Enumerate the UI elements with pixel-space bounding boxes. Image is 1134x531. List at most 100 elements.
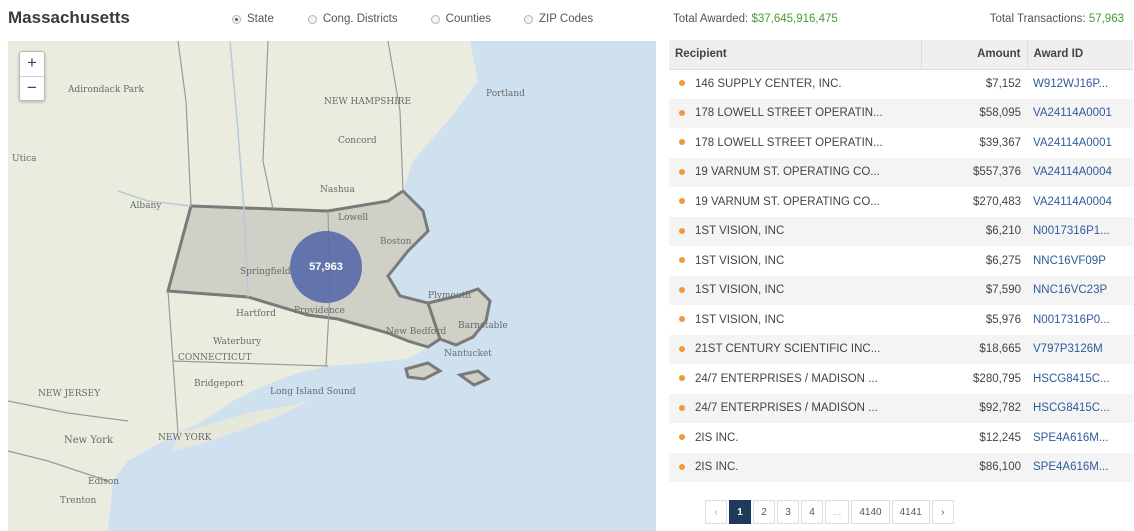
recipient-name: 1ST VISION, INC (695, 225, 785, 238)
map-label: Springfield (240, 267, 291, 277)
amount-cell: $7,152 (985, 78, 1021, 90)
total-transactions-value: 57,963 (1088, 13, 1124, 25)
radio-cong-districts-indicator[interactable] (307, 14, 317, 24)
map-label: Hartford (236, 309, 276, 319)
radio-state-indicator[interactable] (232, 14, 241, 24)
radio-zip-codes[interactable]: ZIP Codes (524, 13, 593, 25)
amount-cell: $12,245 (979, 431, 1021, 444)
recipient-cell: 178 LOWELL STREET OPERATIN... (669, 98, 921, 128)
recipient-name: 19 VARNUM ST. OPERATING CO... (695, 166, 880, 179)
bullet-icon (679, 109, 685, 116)
amount-cell: $39,367 (979, 136, 1021, 149)
amount-cell: $92,782 (921, 393, 1027, 423)
recipient-cell: 178 LOWELL STREET OPERATIN... (669, 128, 921, 158)
award-id-link[interactable]: NNC16VC23P (1027, 275, 1133, 305)
bullet-icon (679, 286, 685, 293)
map-label: Trenton (60, 496, 97, 506)
amount-cell: $280,795 (973, 372, 1021, 385)
award-id-link[interactable]: NNC16VF09P (1027, 246, 1133, 276)
page-4140-button[interactable]: 4140 (851, 500, 890, 524)
map-label: Providence (294, 306, 345, 316)
map-label: NEW YORK (158, 433, 212, 443)
bullet-icon (679, 375, 685, 382)
amount-cell: $557,376 (921, 157, 1027, 187)
map-label: Utica (12, 154, 37, 164)
amount-cell: $86,100 (921, 452, 1027, 482)
recipient-cell: 21ST CENTURY SCIENTIFIC INC... (669, 334, 921, 364)
map-label: New Bedford (386, 327, 447, 337)
prev-page-button[interactable]: ‹ (705, 500, 727, 524)
page-title: Massachusetts (8, 8, 130, 27)
bullet-icon (679, 463, 685, 470)
table-row: 146 SUPPLY CENTER, INC. $7,152 W912WJ16P… (669, 69, 1133, 99)
bullet-icon (679, 139, 685, 146)
transaction-count-bubble[interactable]: 57,963 (290, 231, 362, 303)
page-4-button[interactable]: 4 (801, 500, 823, 524)
radio-cong-districts[interactable]: Cong. Districts (307, 13, 398, 25)
table-row: 19 VARNUM ST. OPERATING CO... $557,376 V… (669, 157, 1133, 187)
map-label: Waterbury (213, 337, 262, 347)
radio-state-label: State (247, 13, 274, 25)
radio-counties-indicator[interactable] (430, 14, 440, 24)
award-id-link[interactable]: VA24114A0001 (1027, 128, 1133, 158)
bullet-icon (679, 227, 685, 234)
table-row: 2IS INC. $12,245 SPE4A616M... (669, 423, 1133, 453)
award-id-link[interactable]: VA24114A0004 (1027, 157, 1133, 187)
map-label: Nashua (320, 185, 355, 195)
column-header-award-id[interactable]: Award ID (1026, 40, 1133, 70)
table-row: 21ST CENTURY SCIENTIFIC INC... $18,665 V… (669, 334, 1133, 364)
award-id-link[interactable]: W912WJ16P... (1027, 69, 1133, 99)
table-row: 24/7 ENTERPRISES / MADISON ... $280,795 … (669, 364, 1133, 394)
marthas-vineyard-shape (404, 361, 443, 381)
award-id-link[interactable]: SPE4A616M... (1027, 452, 1133, 482)
recipient-name: 24/7 ENTERPRISES / MADISON ... (695, 372, 878, 385)
map-label: Adirondack Park (68, 85, 144, 95)
radio-counties[interactable]: Counties (430, 13, 491, 25)
recipient-name: 1ST VISION, INC (695, 254, 785, 267)
page-2-button[interactable]: 2 (753, 500, 775, 524)
map-label: NEW JERSEY (38, 389, 101, 399)
table-row: 19 VARNUM ST. OPERATING CO... $270,483 V… (669, 187, 1133, 217)
map-label: New York (64, 435, 113, 446)
award-id-link[interactable]: V797P3126M (1027, 334, 1133, 364)
map-label: Lowell (338, 213, 369, 223)
bullet-icon (679, 257, 685, 264)
zoom-out-button[interactable]: − (20, 76, 44, 100)
awards-table-panel: Recipient Amount Award ID 146 SUPPLY CEN… (669, 40, 1133, 482)
amount-cell: $58,095 (921, 98, 1027, 128)
award-id-link[interactable]: SPE4A616M... (1027, 423, 1133, 453)
award-id-link[interactable]: HSCG8415C... (1027, 393, 1133, 423)
zoom-in-button[interactable]: + (20, 52, 44, 76)
table-row: 1ST VISION, INC $7,590 NNC16VC23P (669, 275, 1133, 305)
geography-level-selector: State Cong. Districts Counties ZIP Codes (232, 13, 593, 25)
recipient-name: 1ST VISION, INC (695, 284, 785, 297)
map-panel[interactable]: + − Adirondack Park Utica Albany NEW HAM… (8, 41, 656, 531)
radio-cong-districts-label: Cong. Districts (322, 13, 398, 25)
award-id-link[interactable]: VA24114A0004 (1027, 187, 1133, 217)
column-header-recipient[interactable]: Recipient (669, 40, 921, 70)
page-3-button[interactable]: 3 (777, 500, 799, 524)
radio-state[interactable]: State (232, 13, 274, 25)
next-page-button[interactable]: › (931, 500, 954, 524)
recipient-cell: 24/7 ENTERPRISES / MADISON ... (669, 393, 921, 423)
table-row: 2IS INC. $86,100 SPE4A616M... (669, 452, 1133, 482)
bullet-icon (679, 80, 685, 87)
awards-table: Recipient Amount Award ID 146 SUPPLY CEN… (669, 40, 1133, 482)
recipient-name: 21ST CENTURY SCIENTIFIC INC... (695, 343, 881, 356)
award-id-link[interactable]: HSCG8415C... (1027, 364, 1133, 394)
award-id-link[interactable]: VA24114A0001 (1027, 98, 1133, 128)
map-label: Barnstable (458, 321, 508, 331)
award-id-link[interactable]: N0017316P1... (1027, 216, 1133, 246)
award-id-link[interactable]: N0017316P0... (1027, 305, 1133, 335)
recipient-name: 178 LOWELL STREET OPERATIN... (695, 136, 883, 149)
table-row: 178 LOWELL STREET OPERATIN... $39,367 VA… (669, 128, 1133, 158)
map-label: CONNECTICUT (178, 353, 252, 363)
map-label: Plymouth (428, 291, 472, 301)
radio-zip-codes-label: ZIP Codes (539, 13, 594, 25)
map-label: Bridgeport (194, 379, 244, 389)
page-4141-button[interactable]: 4141 (891, 500, 930, 524)
radio-zip-codes-indicator[interactable] (524, 14, 534, 24)
column-header-amount[interactable]: Amount (920, 40, 1027, 70)
page-1-button[interactable]: 1 (729, 500, 751, 524)
table-row: 178 LOWELL STREET OPERATIN... $58,095 VA… (669, 98, 1133, 128)
